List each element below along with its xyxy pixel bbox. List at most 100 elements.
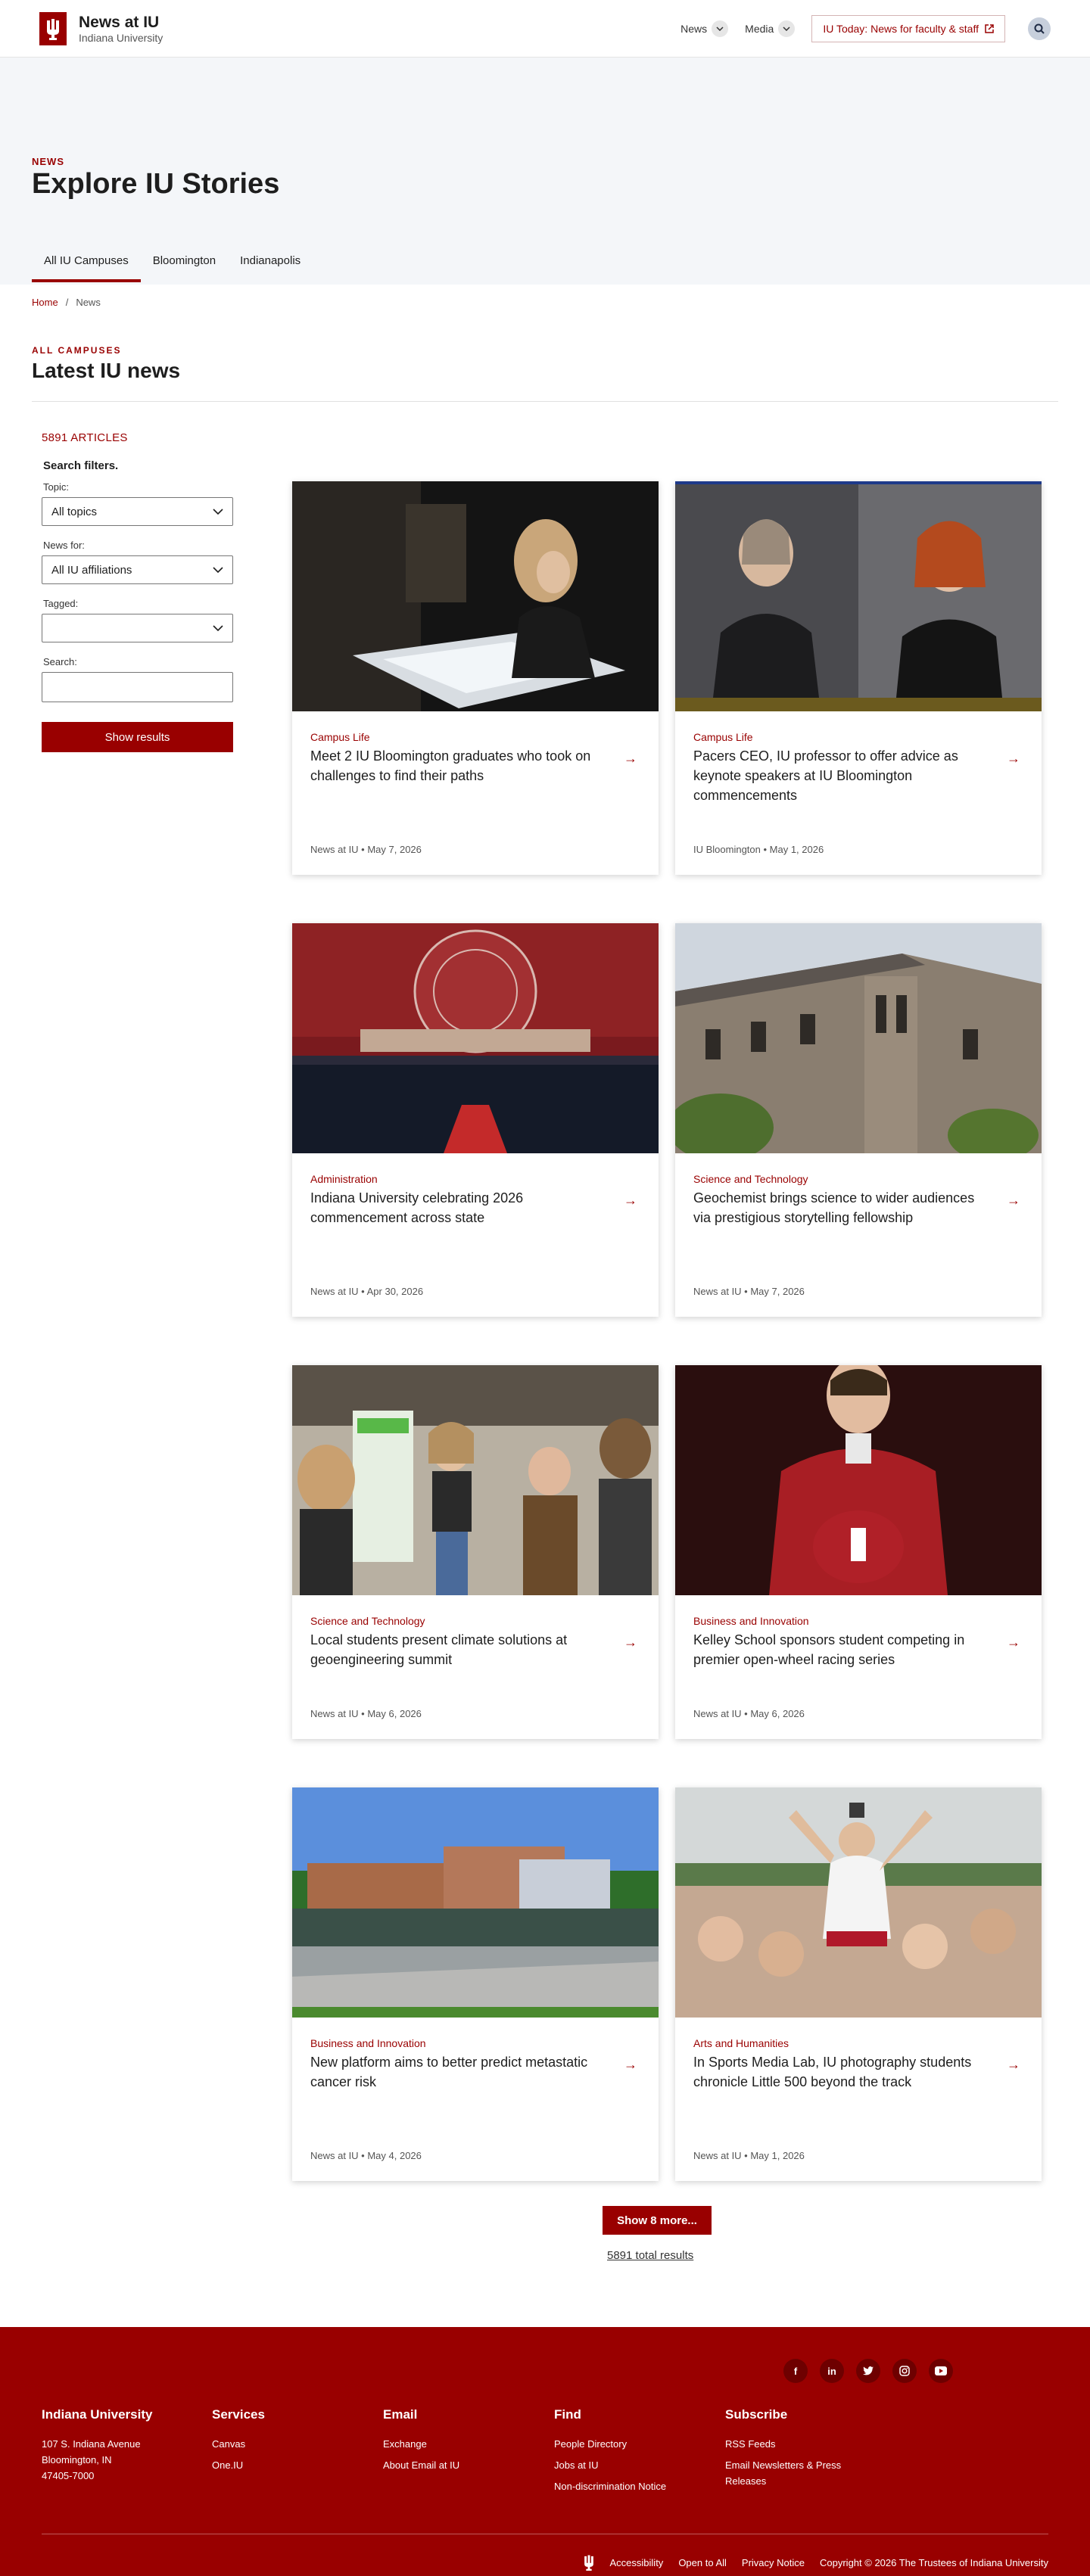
footer-link-rss[interactable]: RSS Feeds	[725, 2436, 877, 2452]
site-footer: f in Indiana University 107 S. Indiana A…	[0, 2327, 1090, 2576]
footer-link-privacy[interactable]: Privacy Notice	[742, 2557, 805, 2568]
footer-link-open-to-all[interactable]: Open to All	[678, 2557, 727, 2568]
news-for-select[interactable]: All IU affiliations	[42, 555, 233, 584]
article-meta: News at IU • May 1, 2026	[693, 2150, 805, 2161]
section-kicker: ALL CAMPUSES	[32, 345, 122, 356]
nav-media[interactable]: Media	[745, 20, 796, 37]
article-title[interactable]: New platform aims to better predict meta…	[310, 2052, 606, 2092]
article-meta: News at IU • May 6, 2026	[693, 1708, 805, 1719]
footer-link-about-email[interactable]: About Email at IU	[383, 2457, 459, 2473]
breadcrumb-separator: /	[65, 297, 69, 308]
arrow-right-icon: →	[1007, 751, 1020, 766]
article-category: Administration	[310, 1173, 378, 1185]
footer-link-exchange[interactable]: Exchange	[383, 2436, 459, 2452]
search-button[interactable]	[1028, 17, 1051, 40]
footer-heading: Indiana University	[42, 2407, 153, 2422]
arrow-right-icon: →	[1007, 1193, 1020, 1208]
article-card[interactable]: Campus Life Meet 2 IU Bloomington gradua…	[292, 481, 659, 875]
footer-heading: Email	[383, 2407, 418, 2422]
trident-icon	[47, 18, 59, 40]
article-meta: News at IU • Apr 30, 2026	[310, 1286, 424, 1297]
news-for-value: All IU affiliations	[51, 563, 132, 577]
site-header: News at IU Indiana University News Media…	[0, 0, 1090, 58]
article-meta: IU Bloomington • May 1, 2026	[693, 844, 824, 855]
external-link-icon	[985, 23, 994, 33]
tab-indianapolis[interactable]: Indianapolis	[228, 244, 313, 282]
article-card[interactable]: Arts and Humanities In Sports Media Lab,…	[675, 1787, 1042, 2181]
breadcrumb-home[interactable]: Home	[32, 297, 58, 308]
show-more-button[interactable]: Show 8 more...	[603, 2206, 712, 2235]
article-category: Science and Technology	[693, 1173, 808, 1185]
article-card[interactable]: Business and Innovation Kelley School sp…	[675, 1365, 1042, 1739]
section-title: Latest IU news	[32, 359, 181, 382]
arrow-right-icon: →	[624, 1193, 637, 1208]
chevron-down-icon	[213, 567, 223, 573]
article-image	[675, 923, 1042, 1153]
search-label: Search:	[43, 656, 77, 667]
linkedin-icon[interactable]: in	[820, 2359, 844, 2383]
article-category: Arts and Humanities	[693, 2037, 789, 2049]
breadcrumb-current: News	[76, 297, 101, 308]
tab-all-campuses[interactable]: All IU Campuses	[32, 244, 141, 282]
footer-link-nondiscrimination[interactable]: Non-discrimination Notice	[554, 2478, 666, 2494]
article-meta: News at IU • May 6, 2026	[310, 1708, 422, 1719]
article-title[interactable]: Indiana University celebrating 2026 comm…	[310, 1188, 606, 1227]
show-results-button[interactable]: Show results	[42, 722, 233, 752]
site-subtitle: Indiana University	[79, 31, 164, 44]
footer-address-line: 47405-7000	[42, 2470, 95, 2481]
social-links: f in	[783, 2359, 953, 2383]
nav-media-label: Media	[745, 22, 774, 35]
footer-link-oneiu[interactable]: One.IU	[212, 2457, 265, 2473]
article-card[interactable]: Science and Technology Local students pr…	[292, 1365, 659, 1739]
nav-news[interactable]: News	[680, 20, 729, 37]
footer-link-canvas[interactable]: Canvas	[212, 2436, 265, 2452]
footer-link-newsletters[interactable]: Email Newsletters & Press Releases	[725, 2457, 877, 2489]
article-card[interactable]: Campus Life Pacers CEO, IU professor to …	[675, 481, 1042, 875]
article-card[interactable]: Business and Innovation New platform aim…	[292, 1787, 659, 2181]
facebook-icon[interactable]: f	[783, 2359, 808, 2383]
tab-bloomington[interactable]: Bloomington	[141, 244, 228, 282]
article-image	[675, 1787, 1042, 2018]
instagram-icon[interactable]	[892, 2359, 917, 2383]
article-title[interactable]: Geochemist brings science to wider audie…	[693, 1188, 989, 1227]
article-card[interactable]: Science and Technology Geochemist brings…	[675, 923, 1042, 1317]
tagged-label: Tagged:	[43, 598, 79, 609]
twitter-icon[interactable]	[856, 2359, 880, 2383]
brand[interactable]: News at IU Indiana University	[79, 14, 163, 44]
chevron-down-icon	[213, 509, 223, 515]
footer-link-accessibility[interactable]: Accessibility	[610, 2557, 664, 2568]
hero-kicker: NEWS	[32, 156, 64, 167]
footer-link-people[interactable]: People Directory	[554, 2436, 666, 2452]
topic-value: All topics	[51, 505, 98, 518]
article-image	[675, 481, 1042, 711]
total-results-link[interactable]: 5891 total results	[607, 2249, 693, 2262]
arrow-right-icon: →	[624, 1635, 637, 1650]
article-count: 5891 ARTICLES	[42, 431, 128, 444]
youtube-icon[interactable]	[929, 2359, 953, 2383]
tagged-select[interactable]	[42, 614, 233, 642]
search-filters: 5891 ARTICLES Search filters. Topic: All…	[42, 431, 235, 752]
footer-copyright[interactable]: Copyright © 2026 The Trustees of Indiana…	[820, 2557, 1048, 2568]
iu-today-button[interactable]: IU Today: News for faculty & staff	[811, 14, 1005, 42]
article-title[interactable]: Kelley School sponsors student competing…	[693, 1630, 989, 1669]
article-meta: News at IU • May 7, 2026	[693, 1286, 805, 1297]
iu-logo[interactable]	[39, 11, 67, 45]
chevron-down-icon	[213, 625, 223, 631]
article-card[interactable]: Administration Indiana University celebr…	[292, 923, 659, 1317]
footer-bottom-links: Accessibility Open to All Privacy Notice…	[583, 2554, 1048, 2571]
article-title[interactable]: In Sports Media Lab, IU photography stud…	[693, 2052, 989, 2092]
search-input[interactable]	[42, 672, 233, 702]
article-title[interactable]: Pacers CEO, IU professor to offer advice…	[693, 746, 989, 805]
article-category: Science and Technology	[310, 1615, 425, 1627]
chevron-down-icon	[712, 20, 729, 37]
article-image	[675, 1365, 1042, 1595]
arrow-right-icon: →	[624, 751, 637, 766]
article-title[interactable]: Local students present climate solutions…	[310, 1630, 606, 1669]
arrow-right-icon: →	[1007, 1635, 1020, 1650]
site-title: News at IU	[79, 13, 160, 31]
footer-address-line: Bloomington, IN	[42, 2454, 112, 2466]
article-title[interactable]: Meet 2 IU Bloomington graduates who took…	[310, 746, 606, 786]
footer-link-jobs[interactable]: Jobs at IU	[554, 2457, 666, 2473]
topic-select[interactable]: All topics	[42, 497, 233, 526]
footer-col-iu: Indiana University 107 S. Indiana Avenue…	[42, 2407, 152, 2484]
